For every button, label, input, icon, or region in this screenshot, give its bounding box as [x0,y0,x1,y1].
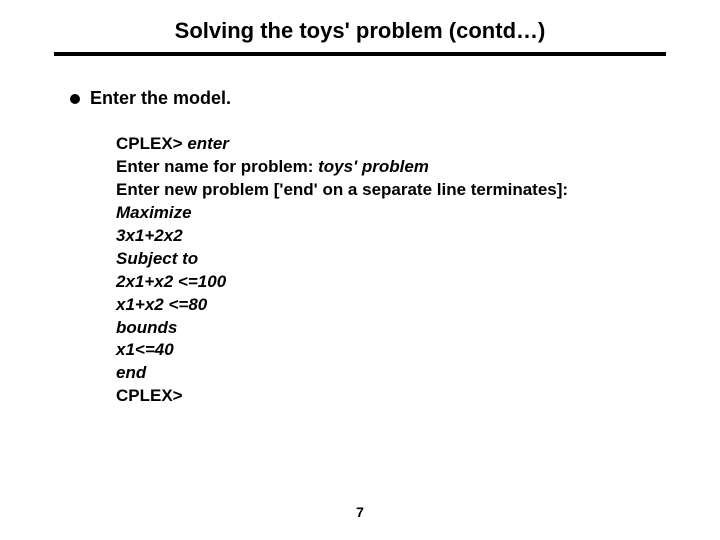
code-italic: enter [187,134,229,153]
code-italic: 2x1+x2 <=100 [116,272,226,291]
code-italic: end [116,363,146,382]
code-italic: Maximize [116,203,192,222]
bullet-text: Enter the model. [90,88,231,109]
code-prefix: CPLEX> [116,386,183,405]
code-prefix: CPLEX> [116,134,187,153]
slide: Solving the toys' problem (contd…) Enter… [0,0,720,540]
code-prefix: Enter name for problem: [116,157,318,176]
content-area: Enter the model. CPLEX> enter Enter name… [0,56,720,408]
code-prefix: Enter new problem ['end' on a separate l… [116,180,568,199]
code-italic: toys' problem [318,157,429,176]
code-italic: x1<=40 [116,340,174,359]
bullet-icon [70,94,80,104]
code-line: CPLEX> enter [116,133,650,156]
slide-title: Solving the toys' problem (contd…) [54,18,666,44]
page-number: 7 [0,504,720,520]
code-italic: x1+x2 <=80 [116,295,207,314]
code-line: 3x1+2x2 [116,225,650,248]
code-line: x1<=40 [116,339,650,362]
code-italic: 3x1+2x2 [116,226,183,245]
code-line: x1+x2 <=80 [116,294,650,317]
code-line: Subject to [116,248,650,271]
code-line: end [116,362,650,385]
code-line: bounds [116,317,650,340]
bullet-item: Enter the model. [70,88,650,109]
code-line: 2x1+x2 <=100 [116,271,650,294]
code-italic: bounds [116,318,177,337]
code-line: Enter new problem ['end' on a separate l… [116,179,650,202]
title-area: Solving the toys' problem (contd…) [54,0,666,56]
code-line: CPLEX> [116,385,650,408]
code-line: Maximize [116,202,650,225]
code-block: CPLEX> enter Enter name for problem: toy… [116,133,650,408]
code-italic: Subject to [116,249,198,268]
code-line: Enter name for problem: toys' problem [116,156,650,179]
